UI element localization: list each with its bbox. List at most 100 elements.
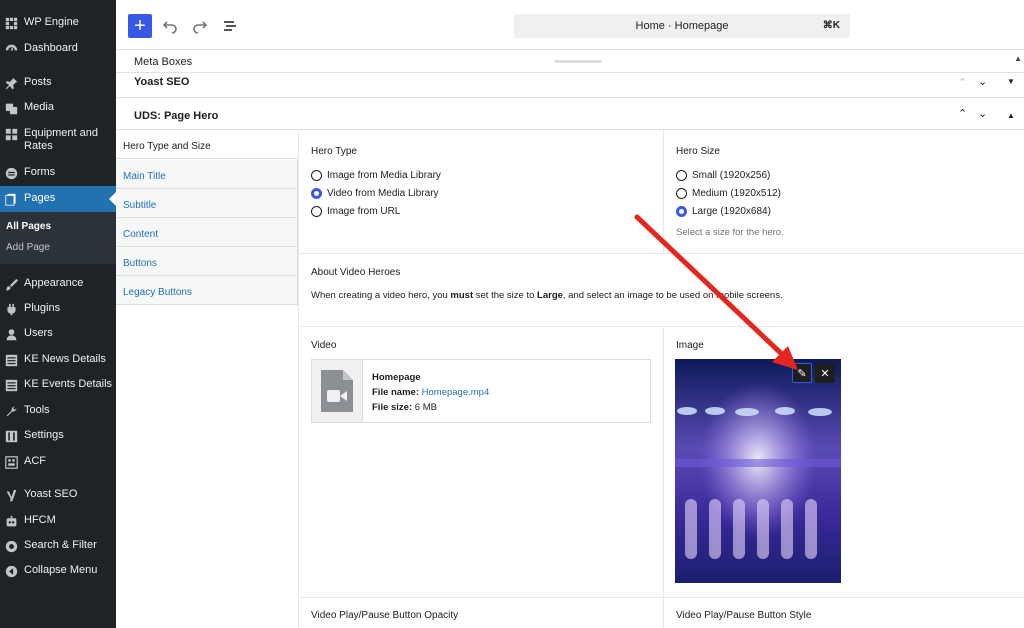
pages-icon	[4, 192, 18, 206]
about-video-text: When creating a video hero, you must set…	[311, 290, 783, 301]
plugin-icon	[4, 302, 18, 316]
tab-subtitle[interactable]: Subtitle	[116, 189, 298, 218]
video-label: Video	[311, 340, 337, 351]
undo-icon[interactable]	[160, 16, 180, 36]
sidebar-item-forms[interactable]: Forms	[0, 166, 116, 180]
sidebar-item-label: Users	[24, 327, 53, 339]
radio-button[interactable]	[676, 170, 687, 181]
collapse-icon	[4, 564, 18, 578]
add-block-button[interactable]: +	[128, 14, 152, 38]
yoast-panel-title: Yoast SEO	[134, 76, 190, 88]
divider	[663, 327, 664, 628]
users-icon	[4, 327, 18, 341]
list-icon	[4, 378, 18, 392]
edit-image-button[interactable]: ✎	[792, 363, 812, 383]
move-down-icon[interactable]: ⌄	[978, 107, 987, 120]
radio-image-url[interactable]: Image from URL	[311, 206, 400, 217]
tab-content[interactable]: Content	[116, 218, 298, 247]
sidebar-item-label: Collapse Menu	[24, 564, 98, 576]
sidebar-item-yoast[interactable]: Yoast SEO	[0, 488, 116, 502]
radio-size-large[interactable]: Large (1920x684)	[676, 206, 771, 217]
sidebar-item-label: Settings	[24, 429, 64, 441]
robot-icon	[4, 514, 18, 528]
sidebar-item-equipment[interactable]: Equipment and Rates	[0, 127, 116, 153]
radio-image-media-library[interactable]: Image from Media Library	[311, 170, 441, 181]
search-filter-icon	[4, 539, 18, 553]
sidebar-item-acf[interactable]: ACF	[0, 455, 116, 469]
settings-icon	[4, 429, 18, 443]
video-attachment[interactable]: Homepage File name: Homepage.mp4 File si…	[311, 359, 651, 423]
radio-button-selected[interactable]	[311, 188, 322, 199]
radio-button-selected[interactable]	[676, 206, 687, 217]
about-video-label: About Video Heroes	[311, 267, 401, 278]
sidebar-item-ke-events[interactable]: KE Events Details	[0, 378, 116, 392]
acf-icon	[4, 455, 18, 469]
sidebar-item-label: Forms	[24, 166, 56, 178]
forms-icon	[4, 166, 18, 180]
hero-content: Hero Type Image from Media Library Video…	[298, 130, 1024, 628]
radio-size-small[interactable]: Small (1920x256)	[676, 170, 770, 181]
redo-icon[interactable]	[190, 16, 210, 36]
move-up-icon[interactable]: ⌃	[958, 107, 967, 120]
pin-icon	[4, 76, 18, 90]
sidebar-item-hfcm[interactable]: HFCM	[0, 514, 116, 528]
close-icon: ✕	[820, 367, 830, 380]
tab-main-title[interactable]: Main Title	[116, 160, 298, 189]
sidebar-item-label: Appearance	[24, 277, 84, 289]
hero-size-hint: Select a size for the hero.	[676, 227, 784, 238]
sidebar-item-label: ACF	[24, 455, 46, 467]
radio-button[interactable]	[676, 188, 687, 199]
radio-size-medium[interactable]: Medium (1920x512)	[676, 188, 781, 199]
tab-hero-type-size[interactable]: Hero Type and Size	[116, 130, 298, 159]
submenu-all-pages[interactable]: All Pages	[6, 221, 51, 232]
sidebar-item-label: Search & Filter	[24, 539, 97, 551]
sidebar-item-users[interactable]: Users	[0, 327, 116, 341]
sidebar-item-plugins[interactable]: Plugins	[0, 302, 116, 316]
document-overview-icon[interactable]	[220, 16, 240, 36]
command-palette[interactable]: Home · Homepage ⌘K	[514, 14, 850, 38]
tab-legacy-buttons[interactable]: Legacy Buttons	[116, 276, 298, 305]
sidebar-item-media[interactable]: Media	[0, 101, 116, 115]
sidebar-item-tools[interactable]: Tools	[0, 404, 116, 418]
sidebar-item-appearance[interactable]: Appearance	[0, 277, 116, 291]
caret-up-icon[interactable]: ▲	[1014, 54, 1022, 63]
sidebar-item-search-filter[interactable]: Search & Filter	[0, 539, 116, 553]
yoast-panel-header[interactable]: Yoast SEO ⌃ ⌄ ▼	[116, 73, 1024, 98]
pencil-icon: ✎	[797, 367, 807, 380]
opacity-label: Video Play/Pause Button Opacity	[311, 610, 459, 621]
resize-handle[interactable]	[554, 60, 602, 63]
hero-image-preview[interactable]: ✎ ✕	[675, 359, 841, 583]
file-size-value: 6 MB	[414, 402, 437, 413]
move-up-icon[interactable]: ⌃	[958, 76, 967, 89]
radio-label: Large (1920x684)	[692, 206, 771, 217]
editor-toolbar: + Home · Homepage ⌘K	[116, 0, 1024, 50]
brush-icon	[4, 277, 18, 291]
sidebar-item-label: KE Events Details	[24, 378, 113, 390]
tab-buttons[interactable]: Buttons	[116, 247, 298, 276]
radio-label: Medium (1920x512)	[692, 188, 781, 199]
toggle-panel-icon[interactable]: ▼	[1007, 77, 1015, 86]
video-file-link[interactable]: Homepage.mp4	[422, 387, 490, 398]
sidebar-item-posts[interactable]: Posts	[0, 76, 116, 90]
sidebar-collapse-menu[interactable]: Collapse Menu	[0, 564, 116, 578]
radio-button[interactable]	[311, 206, 322, 217]
sidebar-item-wp-engine[interactable]: WP Engine	[0, 16, 116, 30]
meta-boxes-header[interactable]: Meta Boxes ▲	[116, 50, 1024, 73]
move-down-icon[interactable]: ⌄	[978, 75, 987, 88]
media-icon	[4, 101, 18, 115]
sidebar-item-label: WP Engine	[24, 16, 79, 28]
radio-button[interactable]	[311, 170, 322, 181]
submenu-add-page[interactable]: Add Page	[6, 242, 50, 253]
document-title: Home · Homepage	[635, 20, 729, 32]
sidebar-item-ke-news[interactable]: KE News Details	[0, 353, 116, 367]
sidebar-item-label: Yoast SEO	[24, 488, 78, 500]
radio-video-media-library[interactable]: Video from Media Library	[311, 188, 439, 199]
toggle-panel-icon[interactable]: ▲	[1007, 111, 1015, 120]
remove-image-button[interactable]: ✕	[815, 363, 835, 383]
page-hero-title: UDS: Page Hero	[134, 110, 219, 122]
sidebar-item-dashboard[interactable]: Dashboard	[0, 42, 116, 56]
video-file-icon	[312, 360, 363, 422]
page-hero-panel-header[interactable]: UDS: Page Hero ⌃ ⌄ ▲	[116, 99, 1024, 130]
sidebar-item-pages[interactable]: Pages	[0, 186, 116, 212]
sidebar-item-settings[interactable]: Settings	[0, 429, 116, 443]
